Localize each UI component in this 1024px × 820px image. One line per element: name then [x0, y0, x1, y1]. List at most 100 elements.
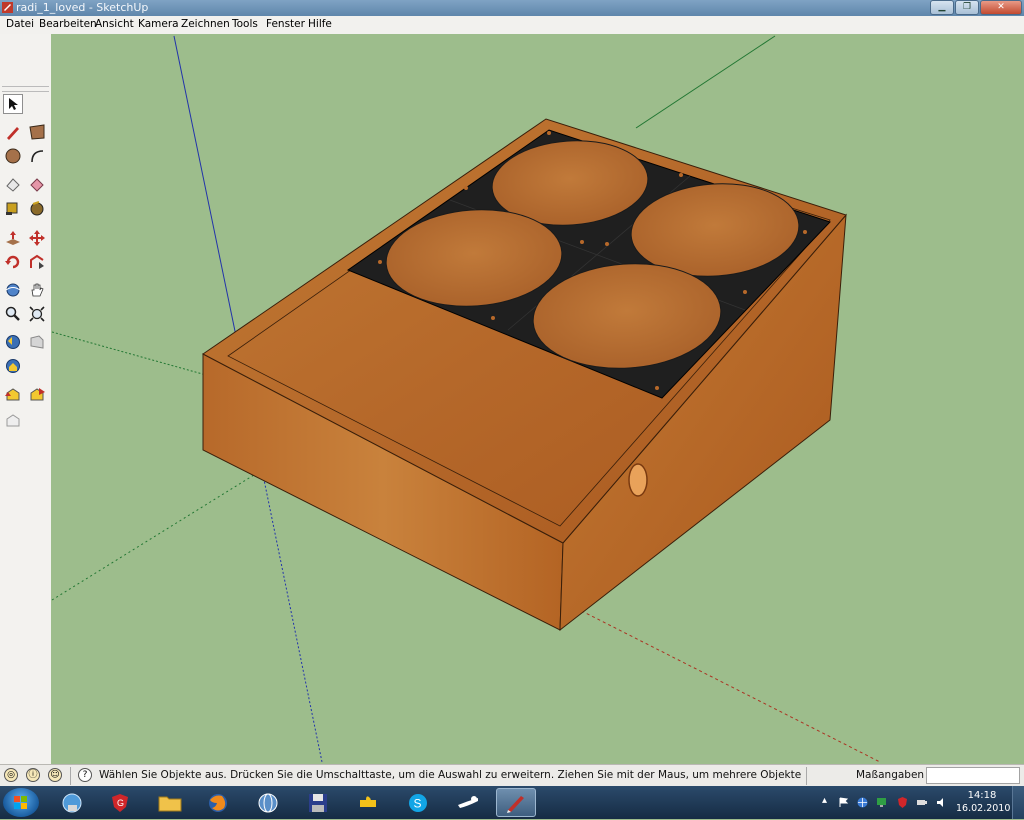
red-axis-dashed [559, 599, 881, 763]
tape-measure-tool[interactable] [3, 198, 23, 218]
help-icon[interactable]: ? [78, 768, 92, 782]
position-camera-tool[interactable] [27, 384, 47, 404]
geo-location-icon[interactable]: ◎ [4, 768, 18, 782]
menu-fenster[interactable]: Fenster [266, 18, 305, 30]
menu-bar: Datei Bearbeiten Ansicht Kamera Zeichnen… [0, 16, 1024, 35]
bass-port-hole [628, 463, 648, 497]
tape-measure-icon [6, 202, 18, 215]
menu-datei[interactable]: Datei [6, 18, 34, 30]
menu-kamera[interactable]: Kamera [138, 18, 179, 30]
zoom-extents-icon [29, 306, 45, 322]
security-shield-icon[interactable] [897, 797, 908, 808]
next-view-icon [30, 335, 44, 349]
menu-ansicht[interactable]: Ansicht [95, 18, 134, 30]
next-view-tool[interactable] [27, 332, 47, 352]
arrow-cursor-icon [9, 98, 18, 110]
firefox-icon [209, 793, 227, 812]
taskbar-file-manager[interactable] [150, 788, 190, 817]
green-axis-dashed-left [51, 469, 263, 601]
status-separator [70, 767, 71, 785]
previous-view-tool[interactable] [3, 332, 23, 352]
maximize-button[interactable]: ❐ [955, 0, 979, 15]
measurements-label: Maßangaben [856, 769, 925, 781]
close-button[interactable]: ✕ [980, 0, 1022, 15]
maximize-icon: ❐ [962, 2, 972, 12]
rectangle-tool[interactable] [27, 122, 47, 142]
taskbar-firefox[interactable] [198, 788, 238, 817]
building-arrow-icon [30, 388, 45, 401]
arc-tool[interactable] [27, 146, 47, 166]
orbit-icon [5, 283, 21, 297]
start-orb[interactable] [3, 788, 39, 817]
clock-date[interactable]: 16.02.2010 [956, 803, 1010, 814]
volume-icon[interactable] [936, 797, 947, 808]
taskbar-skype[interactable]: S [398, 788, 438, 817]
svg-text:S: S [414, 796, 422, 810]
menu-tools[interactable]: Tools [232, 18, 258, 30]
network-globe-icon [258, 793, 278, 812]
rotate-tool[interactable] [3, 252, 23, 272]
power-icon[interactable] [916, 797, 927, 808]
move-arrows-icon [29, 230, 45, 246]
credits-icon[interactable]: ⓘ [26, 768, 40, 782]
push-pull-icon [6, 231, 20, 245]
zoom-tool[interactable] [3, 304, 23, 324]
rotate-icon [5, 255, 20, 269]
taskbar-sketchup[interactable] [496, 788, 536, 817]
menu-zeichnen[interactable]: Zeichnen [181, 18, 230, 30]
drawing-viewport[interactable] [51, 34, 1024, 764]
menu-bearbeiten[interactable]: Bearbeiten [39, 18, 97, 30]
close-icon: ✕ [997, 2, 1005, 12]
taskbar: G S ▴ 14:18 16.02.2010 [0, 786, 1024, 819]
pan-tool[interactable] [27, 280, 47, 300]
taskbar-windows-explorer[interactable] [52, 788, 92, 817]
menu-hilfe[interactable]: Hilfe [308, 18, 332, 30]
minimize-button[interactable]: ▁ [930, 0, 954, 15]
dimension-tool[interactable] [27, 198, 47, 218]
clock-time[interactable]: 14:18 [960, 790, 1004, 801]
circle-tool[interactable] [3, 146, 23, 166]
circle-icon [5, 148, 21, 164]
push-pull-tool[interactable] [3, 228, 23, 248]
windows-logo-icon [14, 796, 27, 809]
taskbar-antivirus[interactable]: G [100, 788, 140, 817]
user-icon[interactable]: ☺ [48, 768, 62, 782]
taskbar-save-disk[interactable] [298, 788, 338, 817]
show-desktop-button[interactable] [1012, 786, 1024, 819]
svg-text:G: G [117, 798, 124, 808]
zoom-extents-tool[interactable] [27, 304, 47, 324]
eraser-tool[interactable] [3, 174, 23, 194]
model-canvas [51, 35, 881, 763]
hand-icon [31, 283, 44, 297]
sketchup-icon [507, 795, 524, 813]
green-axis-dashed [51, 331, 225, 381]
walk-tool[interactable] [3, 356, 23, 376]
follow-me-icon [30, 254, 44, 269]
tool-palette [0, 34, 52, 764]
orbit-tool[interactable] [3, 280, 23, 300]
monitor-icon[interactable] [876, 797, 887, 808]
taskbar-puzzle-app[interactable] [348, 788, 388, 817]
paint-bucket-tool[interactable] [27, 174, 47, 194]
line-tool[interactable] [3, 122, 23, 142]
taskbar-steam[interactable] [448, 788, 488, 817]
select-tool[interactable] [3, 94, 23, 114]
steam-icon [458, 795, 478, 808]
rectangle-icon [29, 124, 45, 140]
building-icon [5, 388, 20, 401]
flag-icon[interactable] [838, 797, 849, 808]
status-message: Wählen Sie Objekte aus. Drücken Sie die … [99, 769, 802, 781]
follow-me-tool[interactable] [27, 252, 47, 272]
status-bar: ◎ ⓘ ☺ ? Wählen Sie Objekte aus. Drücken … [0, 764, 1024, 787]
measurements-input[interactable] [926, 767, 1020, 784]
tray-expand-icon[interactable]: ▴ [822, 795, 833, 806]
section-plane-tool[interactable] [3, 410, 23, 430]
network-icon[interactable] [857, 797, 868, 808]
look-around-tool[interactable] [3, 384, 23, 404]
taskbar-network-tool[interactable] [248, 788, 288, 817]
status-separator-right [806, 767, 807, 785]
eraser-icon [6, 178, 20, 192]
globe-icon [62, 793, 82, 812]
move-tool[interactable] [27, 228, 47, 248]
pencil-icon [7, 127, 19, 140]
